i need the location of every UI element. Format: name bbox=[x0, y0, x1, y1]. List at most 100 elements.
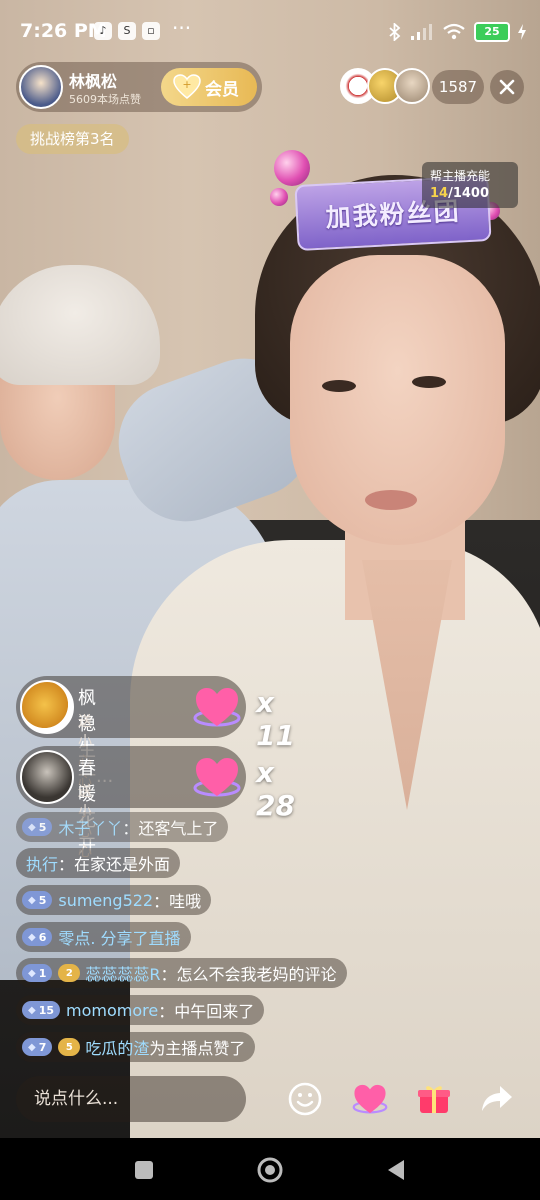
wifi-icon bbox=[443, 23, 465, 40]
chat-message[interactable]: 执行：在家还是外面 bbox=[16, 848, 181, 878]
chat-text: 为主播点赞了 bbox=[149, 1039, 246, 1058]
viewer-avatar[interactable] bbox=[394, 68, 430, 104]
diamond-icon: ◆ bbox=[28, 931, 36, 943]
gift-sender-avatar[interactable] bbox=[20, 680, 74, 734]
chat-username[interactable]: 零点. 分享了直播 bbox=[58, 925, 180, 949]
fan-level-badge: 2 bbox=[58, 964, 81, 982]
chat-message[interactable]: ◆ 1 2 蕊蕊蕊蕊R：怎么不会我老妈的评论 bbox=[16, 958, 347, 988]
square-icon bbox=[135, 1161, 153, 1179]
share-button[interactable] bbox=[476, 1078, 518, 1120]
chat-separator: ： bbox=[58, 855, 75, 874]
emoji-icon bbox=[288, 1082, 322, 1116]
close-icon bbox=[499, 79, 515, 95]
user-level: 6 bbox=[38, 930, 47, 944]
host-name: 林枫松 bbox=[69, 72, 118, 91]
video-mouth bbox=[365, 490, 417, 510]
vip-button[interactable]: + 会员 bbox=[161, 68, 257, 106]
status-bar: 7:26 PM ♪ S ▫ ··· 25 bbox=[0, 0, 540, 62]
chat-username[interactable]: 吃瓜的渣 bbox=[85, 1035, 149, 1059]
gift-button[interactable] bbox=[413, 1078, 455, 1120]
gift-count: x 11 bbox=[256, 686, 295, 752]
heart-gift-icon bbox=[193, 688, 241, 727]
user-level: 5 bbox=[38, 820, 47, 834]
chat-username[interactable]: 木子丫丫 bbox=[58, 815, 122, 839]
fan-level-badge: 5 bbox=[58, 1038, 81, 1056]
heart-plus-icon: + bbox=[173, 74, 201, 100]
chat-message[interactable]: ◆ 6 零点. 分享了直播 bbox=[16, 922, 191, 952]
disco-ball-icon bbox=[274, 150, 310, 186]
chat-separator: ： bbox=[158, 1002, 175, 1021]
user-level: 1 bbox=[38, 966, 47, 980]
recent-apps-button[interactable] bbox=[130, 1156, 158, 1184]
live-stream-screen: 7:26 PM ♪ S ▫ ··· 25 林枫松 5609本场点赞 + 会员 1… bbox=[0, 0, 540, 1200]
back-button[interactable] bbox=[382, 1156, 410, 1184]
svg-text:+: + bbox=[182, 78, 191, 91]
chat-text: 中午回来了 bbox=[174, 1002, 255, 1021]
chat-message[interactable]: ◆ 7 5 吃瓜的渣 为主播点赞了 bbox=[16, 1032, 256, 1062]
emoji-button[interactable] bbox=[284, 1078, 326, 1120]
user-level: 15 bbox=[38, 1003, 55, 1017]
battery-indicator: 25 bbox=[474, 22, 510, 42]
comment-input[interactable]: 说点什么... bbox=[16, 1076, 246, 1122]
chat-message[interactable]: ◆ 15 momomore：中午回来了 bbox=[16, 995, 265, 1025]
chat-separator: ： bbox=[122, 819, 139, 838]
close-button[interactable] bbox=[490, 70, 524, 104]
chat-text: 在家还是外面 bbox=[74, 855, 171, 874]
user-level: 7 bbox=[38, 1040, 47, 1054]
charge-progress[interactable]: 帮主播充能 14/1400 bbox=[422, 162, 518, 208]
charge-total: /1400 bbox=[448, 186, 490, 201]
chat-message[interactable]: ◆ 5 sumeng522：哇哦 bbox=[16, 885, 212, 915]
app-notification-icon: ▫ bbox=[142, 22, 160, 40]
tiktok-notification-icon: ♪ bbox=[94, 22, 112, 40]
home-button[interactable] bbox=[256, 1156, 284, 1184]
rank-badge[interactable]: 挑战榜第3名 bbox=[16, 124, 129, 154]
chat-username[interactable]: sumeng522 bbox=[58, 891, 153, 910]
charge-label: 帮主播充能 bbox=[430, 169, 491, 183]
signal-icon bbox=[411, 24, 432, 40]
user-level: 5 bbox=[38, 893, 47, 907]
user-level-badge: ◆ 6 bbox=[22, 928, 53, 946]
diamond-icon: ◆ bbox=[28, 967, 36, 979]
disco-ball-icon bbox=[270, 188, 288, 206]
diamond-icon: ◆ bbox=[28, 821, 36, 833]
video-eye bbox=[322, 380, 356, 392]
user-level-badge: ◆ 5 bbox=[22, 818, 53, 836]
chat-username[interactable]: 蕊蕊蕊蕊R bbox=[85, 961, 160, 985]
chat-separator: ： bbox=[160, 965, 177, 984]
video-eye bbox=[412, 376, 446, 388]
host-likes: 5609本场点赞 bbox=[69, 93, 141, 106]
gift-count: x 28 bbox=[256, 756, 295, 822]
chat-username[interactable]: momomore bbox=[66, 1001, 158, 1020]
chat-text: 哇哦 bbox=[169, 892, 202, 911]
like-button[interactable] bbox=[349, 1078, 391, 1120]
chat-message[interactable]: ◆ 5 木子丫丫：还客气上了 bbox=[16, 812, 229, 842]
shopping-notification-icon: S bbox=[118, 22, 136, 40]
user-level-badge: ◆ 15 bbox=[22, 1001, 61, 1019]
bluetooth-icon bbox=[389, 23, 401, 41]
status-indicators: 25 bbox=[388, 22, 526, 42]
user-level-badge: ◆ 7 bbox=[22, 1038, 53, 1056]
host-info[interactable]: 林枫松 5609本场点赞 + 会员 bbox=[16, 62, 262, 112]
user-level-badge: ◆ 5 bbox=[22, 891, 53, 909]
charge-current: 14 bbox=[430, 186, 449, 201]
chat-separator: ： bbox=[153, 892, 170, 911]
more-notifications-icon: ··· bbox=[172, 16, 192, 40]
home-circle-icon bbox=[257, 1157, 283, 1183]
chat-username[interactable]: 执行 bbox=[26, 851, 58, 875]
host-avatar[interactable] bbox=[19, 65, 63, 109]
charging-icon bbox=[518, 24, 526, 40]
diamond-icon: ◆ bbox=[28, 1041, 36, 1053]
chat-text: 还客气上了 bbox=[138, 819, 219, 838]
chat-text: 怎么不会我老妈的评论 bbox=[176, 965, 337, 984]
viewer-count[interactable]: 1587 bbox=[432, 70, 484, 104]
share-icon bbox=[482, 1086, 512, 1111]
bottom-action-bar: 说点什么... bbox=[0, 1070, 540, 1130]
back-triangle-icon bbox=[388, 1160, 404, 1180]
heart-gift-icon bbox=[193, 758, 241, 797]
user-level-badge: ◆ 1 bbox=[22, 964, 53, 982]
heart-icon bbox=[352, 1084, 388, 1114]
gift-icon bbox=[418, 1086, 450, 1113]
gift-sender-avatar[interactable] bbox=[20, 750, 74, 804]
top-viewers[interactable] bbox=[340, 68, 430, 106]
diamond-icon: ◆ bbox=[28, 894, 36, 906]
